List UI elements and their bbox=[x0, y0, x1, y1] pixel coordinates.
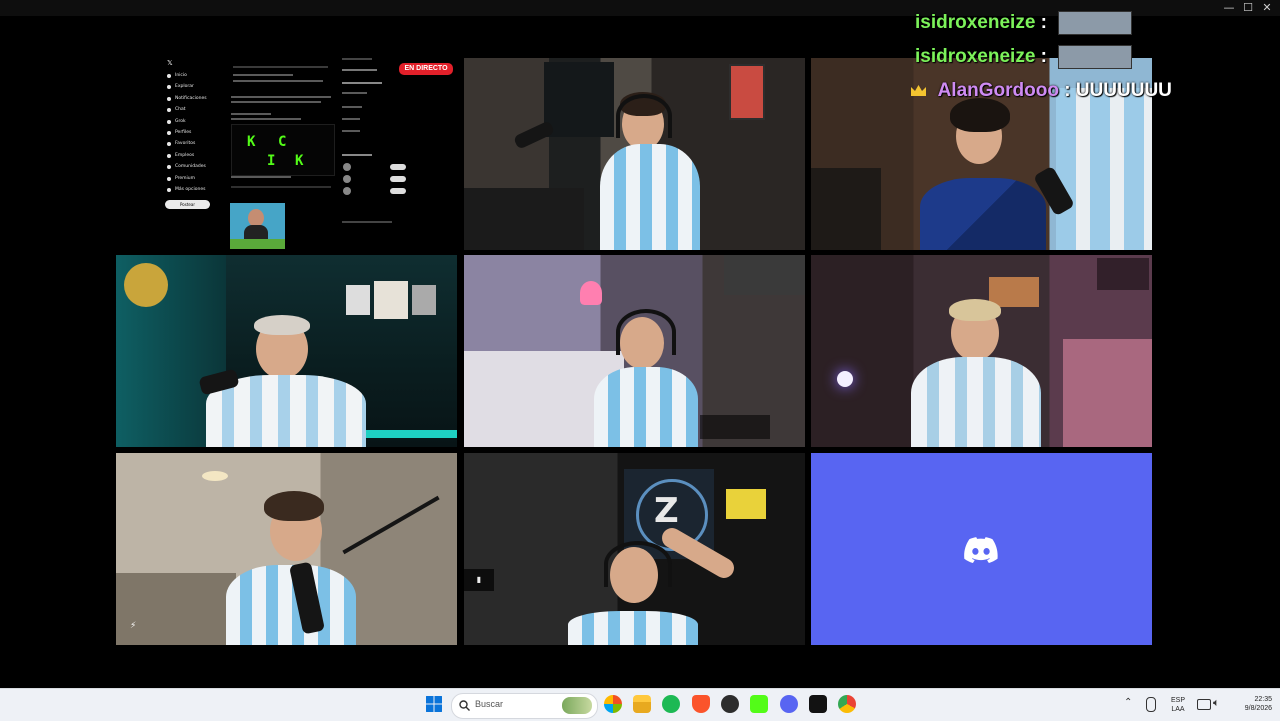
search-placeholder: Buscar bbox=[475, 699, 504, 709]
x-nav-label: Explorar bbox=[175, 84, 194, 90]
kick-letter: I bbox=[267, 153, 276, 169]
x-nav-item[interactable]: Más opciones bbox=[165, 184, 225, 195]
webcam-tile-4 bbox=[464, 255, 805, 447]
x-nav-item[interactable]: Chat bbox=[165, 104, 225, 115]
x-nav-icon bbox=[167, 108, 171, 113]
kick-letter: K bbox=[295, 153, 304, 169]
x-nav-label: Perfiles bbox=[175, 129, 192, 135]
volume-icon[interactable]: 🔈︎ bbox=[1213, 696, 1220, 710]
x-nav-item[interactable]: Perfiles bbox=[165, 127, 225, 138]
x-nav-label: Empleos bbox=[175, 152, 195, 158]
discord-tile bbox=[811, 453, 1152, 645]
x-nav-icon bbox=[167, 187, 171, 192]
chat-username: AlanGordooo bbox=[937, 80, 1059, 101]
keyboard-layout-label: LAA bbox=[1171, 706, 1185, 713]
x-nav-icon bbox=[167, 130, 171, 135]
x-nav-icon bbox=[167, 176, 171, 181]
x-nav-item[interactable]: Notificaciones bbox=[165, 93, 225, 104]
x-nav-label: Grok bbox=[175, 118, 186, 124]
input-language[interactable]: ESP LAA bbox=[1166, 696, 1190, 714]
taskbar-search-box[interactable]: Buscar bbox=[451, 693, 598, 719]
x-post-button[interactable]: Postear bbox=[165, 200, 210, 209]
discord-logo-icon bbox=[964, 537, 998, 563]
x-logo-icon: 𝕏 bbox=[167, 59, 173, 67]
chrome-icon[interactable] bbox=[838, 695, 856, 713]
webcam-tile-1 bbox=[464, 58, 805, 250]
discord-taskbar-icon[interactable] bbox=[780, 695, 798, 713]
kick-letter: C bbox=[278, 134, 287, 150]
x-nav-icon bbox=[167, 96, 171, 101]
chat-message: AlanGordooo : UUUUUUU bbox=[910, 80, 1172, 102]
streamer-logo-icon: ⚡ bbox=[130, 621, 137, 631]
picture-in-picture-video[interactable] bbox=[230, 203, 285, 249]
x-nav-item[interactable]: Grok bbox=[165, 116, 225, 127]
tray-chevron-icon[interactable]: ⌃ bbox=[1124, 697, 1132, 708]
x-nav-label: Chat bbox=[175, 107, 186, 113]
x-nav-item[interactable]: Comunidades bbox=[165, 161, 225, 172]
x-nav-icon bbox=[167, 85, 171, 90]
x-nav-label: Notificaciones bbox=[175, 95, 207, 101]
x-app-window: 𝕏 Inicio Explorar Notificaciones Chat Grok Pe… bbox=[165, 58, 457, 251]
search-highlight-icon bbox=[562, 697, 592, 714]
x-nav-label: Premium bbox=[175, 175, 196, 181]
chat-message: isidroxeneize : bbox=[915, 45, 1133, 69]
taskbar: Buscar ⌃ ESP LAA 🔈︎ 22:35 9/8/2026 bbox=[0, 688, 1280, 721]
webcam-tile-7: Z ▮ bbox=[464, 453, 805, 645]
x-nav-item[interactable]: Favoritos bbox=[165, 138, 225, 149]
start-icon[interactable] bbox=[425, 695, 443, 713]
maximize-button[interactable]: ☐ bbox=[1239, 1, 1257, 15]
x-nav-icon bbox=[167, 119, 171, 124]
x-nav-item[interactable]: Inicio bbox=[165, 70, 225, 81]
chat-separator: : bbox=[1040, 12, 1047, 34]
x-nav-label: Favoritos bbox=[175, 141, 196, 147]
webcam-tile-6: ⚡ bbox=[116, 453, 457, 645]
x-nav-icon bbox=[167, 142, 171, 147]
kick-video-embed[interactable] bbox=[231, 124, 335, 176]
clock-time: 22:35 bbox=[1254, 696, 1272, 703]
clock[interactable]: 22:35 9/8/2026 bbox=[1228, 695, 1272, 713]
chat-message: isidroxeneize : bbox=[915, 11, 1133, 35]
chat-message-text: UUUUUUU bbox=[1075, 80, 1172, 101]
kick-letter: K bbox=[247, 134, 256, 150]
live-badge: EN DIRECTO bbox=[399, 63, 453, 75]
chat-separator: : bbox=[1064, 80, 1071, 101]
rode-mic-icon: ▮ bbox=[464, 569, 494, 591]
x-nav-icon bbox=[167, 74, 171, 78]
brave-icon[interactable] bbox=[692, 695, 710, 713]
x-nav-icon bbox=[167, 165, 171, 170]
file-explorer-icon[interactable] bbox=[633, 695, 651, 713]
webcam-tile-3 bbox=[116, 255, 457, 447]
microphone-icon[interactable] bbox=[1146, 697, 1156, 712]
copilot-icon[interactable] bbox=[604, 695, 622, 713]
obs-icon[interactable] bbox=[721, 695, 739, 713]
language-label: ESP bbox=[1170, 697, 1185, 704]
crown-icon bbox=[911, 84, 926, 96]
chat-username: isidroxeneize bbox=[915, 12, 1036, 34]
epic-icon[interactable] bbox=[809, 695, 827, 713]
x-nav-label: Más opciones bbox=[175, 186, 206, 192]
minimize-button[interactable]: — bbox=[1220, 1, 1238, 15]
network-icon[interactable] bbox=[1197, 699, 1211, 710]
webcam-tile-5 bbox=[811, 255, 1152, 447]
x-nav-label: Inicio bbox=[175, 73, 187, 78]
search-icon bbox=[459, 700, 470, 711]
close-button[interactable]: ✕ bbox=[1258, 1, 1276, 15]
chat-image-emote bbox=[1058, 11, 1133, 35]
chat-image-emote bbox=[1058, 45, 1133, 69]
x-nav-label: Comunidades bbox=[175, 164, 206, 170]
clock-date: 9/8/2026 bbox=[1244, 705, 1272, 712]
x-nav-item[interactable]: Empleos bbox=[165, 150, 225, 161]
x-sidebar: Inicio Explorar Notificaciones Chat Grok Perf… bbox=[165, 70, 225, 195]
x-nav-item[interactable]: Premium bbox=[165, 173, 225, 184]
x-nav-item[interactable]: Explorar bbox=[165, 81, 225, 92]
chat-separator: : bbox=[1040, 46, 1047, 68]
x-nav-icon bbox=[167, 153, 171, 158]
spotify-icon[interactable] bbox=[662, 695, 680, 713]
kick-icon[interactable] bbox=[750, 695, 768, 713]
chat-username: isidroxeneize bbox=[915, 46, 1036, 68]
